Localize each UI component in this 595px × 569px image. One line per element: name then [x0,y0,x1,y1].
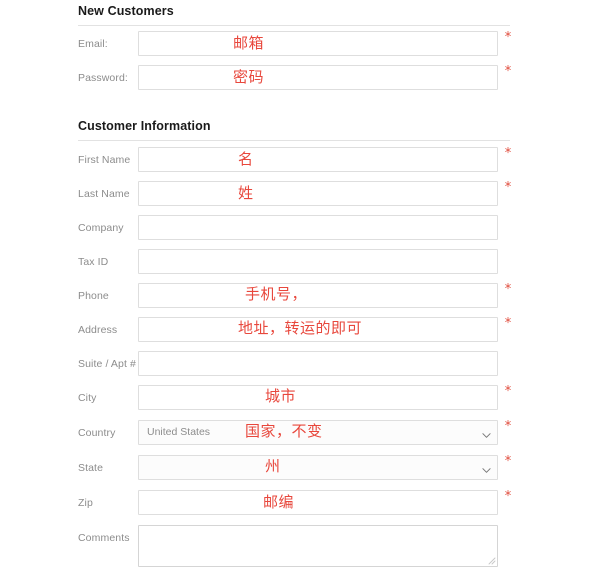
label-first-name: First Name [78,154,131,166]
required-marker-city: * [504,384,512,399]
state-select[interactable] [138,455,498,480]
label-company: Company [78,222,124,234]
phone-input[interactable] [138,283,498,308]
annotation-password: 密码 [233,68,265,86]
annotation-country: 国家，不变 [245,422,323,440]
label-password: Password: [78,72,128,84]
form-row-zip: Zip * [78,490,518,516]
required-marker-address: * [504,316,512,331]
required-marker-zip: * [504,489,512,504]
required-marker-password: * [504,64,512,79]
required-marker-state: * [504,454,512,469]
annotation-city: 城市 [265,387,297,405]
label-last-name: Last Name [78,188,130,200]
chevron-down-icon [482,466,491,473]
annotation-state: 州 [265,457,281,475]
section-divider [78,140,510,141]
email-input[interactable] [138,31,498,56]
section-title-customer-information: Customer Information [78,119,211,133]
comments-textarea[interactable] [138,525,498,567]
required-marker-last-name: * [504,180,512,195]
city-input[interactable] [138,385,498,410]
label-comments: Comments [78,532,130,544]
section-new-customers: New Customers [78,4,510,26]
form-row-tax-id: Tax ID [78,249,518,275]
form-row-comments: Comments [78,525,518,569]
label-state: State [78,462,104,474]
required-marker-email: * [504,30,512,45]
zip-input[interactable] [138,490,498,515]
resize-handle-icon[interactable] [487,556,496,565]
label-suite: Suite / Apt # [78,358,136,370]
label-address: Address [78,324,118,336]
annotation-first-name: 名 [238,150,254,168]
label-tax-id: Tax ID [78,256,109,268]
form-row-city: City * [78,385,518,411]
annotation-email: 邮箱 [233,34,265,52]
password-input[interactable] [138,65,498,90]
annotation-address: 地址，转运的即可 [238,319,363,337]
suite-input[interactable] [138,351,498,376]
required-marker-phone: * [504,282,512,297]
form-row-first-name: First Name * [78,147,518,173]
section-title-new-customers: New Customers [78,4,174,18]
label-city: City [78,392,97,404]
form-row-suite: Suite / Apt # [78,351,518,377]
form-row-password: Password: * [78,65,518,91]
section-divider [78,25,510,26]
annotation-zip: 邮编 [263,493,295,511]
form-row-last-name: Last Name * [78,181,518,207]
customer-registration-form: New Customers Email: * 邮箱 Password: * 密码… [0,0,595,569]
first-name-input[interactable] [138,147,498,172]
form-row-company: Company [78,215,518,241]
form-row-email: Email: * [78,31,518,57]
chevron-down-icon [482,431,491,438]
label-email: Email: [78,38,108,50]
label-zip: Zip [78,497,93,509]
required-marker-first-name: * [504,146,512,161]
label-phone: Phone [78,290,109,302]
annotation-phone: 手机号， [245,285,308,303]
country-select-value: United States [147,426,211,438]
company-input[interactable] [138,215,498,240]
label-country: Country [78,427,116,439]
form-row-state: State * [78,455,518,481]
required-marker-country: * [504,419,512,434]
tax-id-input[interactable] [138,249,498,274]
annotation-last-name: 姓 [238,184,254,202]
last-name-input[interactable] [138,181,498,206]
section-customer-information: Customer Information [78,119,510,141]
